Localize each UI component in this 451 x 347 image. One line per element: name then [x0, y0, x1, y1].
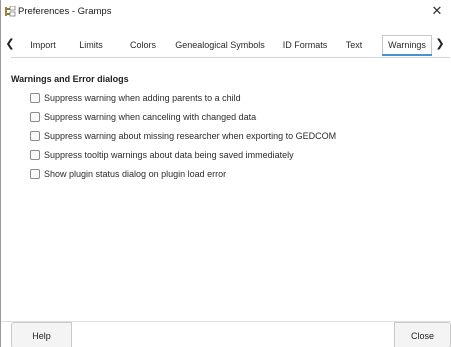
- option-label: Show plugin status dialog on plugin load…: [44, 169, 227, 179]
- checkbox[interactable]: [30, 169, 40, 179]
- tab-strip: ❮ Import Limits Colors Genealogical Symb…: [1, 33, 451, 57]
- checkbox[interactable]: [30, 131, 40, 141]
- section-title: Warnings and Error dialogs: [11, 74, 129, 84]
- tab-warnings[interactable]: Warnings: [382, 35, 432, 55]
- active-tab-indicator: [382, 54, 432, 56]
- option-label: Suppress warning when adding parents to …: [44, 93, 241, 103]
- tab-scroll-left-icon[interactable]: ❮: [4, 37, 16, 51]
- close-window-icon[interactable]: ✕: [429, 3, 445, 19]
- title-bar: Preferences - Gramps ✕: [1, 0, 451, 24]
- tab-id-formats[interactable]: ID Formats: [277, 36, 333, 54]
- close-button[interactable]: Close: [394, 322, 451, 347]
- gramps-tree-icon: [5, 5, 16, 17]
- checkbox[interactable]: [30, 93, 40, 103]
- option-label: Suppress warning when canceling with cha…: [44, 112, 257, 122]
- option-label: Suppress tooltip warnings about data bei…: [44, 150, 294, 160]
- tab-text[interactable]: Text: [340, 36, 368, 54]
- window-title: Preferences - Gramps: [18, 6, 112, 17]
- tab-colors[interactable]: Colors: [123, 36, 163, 54]
- checkbox[interactable]: [30, 112, 40, 122]
- help-button[interactable]: Help: [11, 322, 72, 347]
- checkbox[interactable]: [30, 150, 40, 160]
- option-label: Suppress warning about missing researche…: [44, 131, 337, 141]
- tab-scroll-right-icon[interactable]: ❯: [434, 37, 446, 51]
- tab-import[interactable]: Import: [25, 36, 61, 54]
- dialog-footer: Help Close: [1, 321, 451, 347]
- tab-limits[interactable]: Limits: [73, 36, 109, 54]
- tab-genealogical-symbols[interactable]: Genealogical Symbols: [172, 36, 268, 54]
- preferences-window: Preferences - Gramps ✕ ❮ Import Limits C…: [0, 0, 451, 347]
- warnings-panel: Warnings and Error dialogs Suppress warn…: [11, 58, 450, 315]
